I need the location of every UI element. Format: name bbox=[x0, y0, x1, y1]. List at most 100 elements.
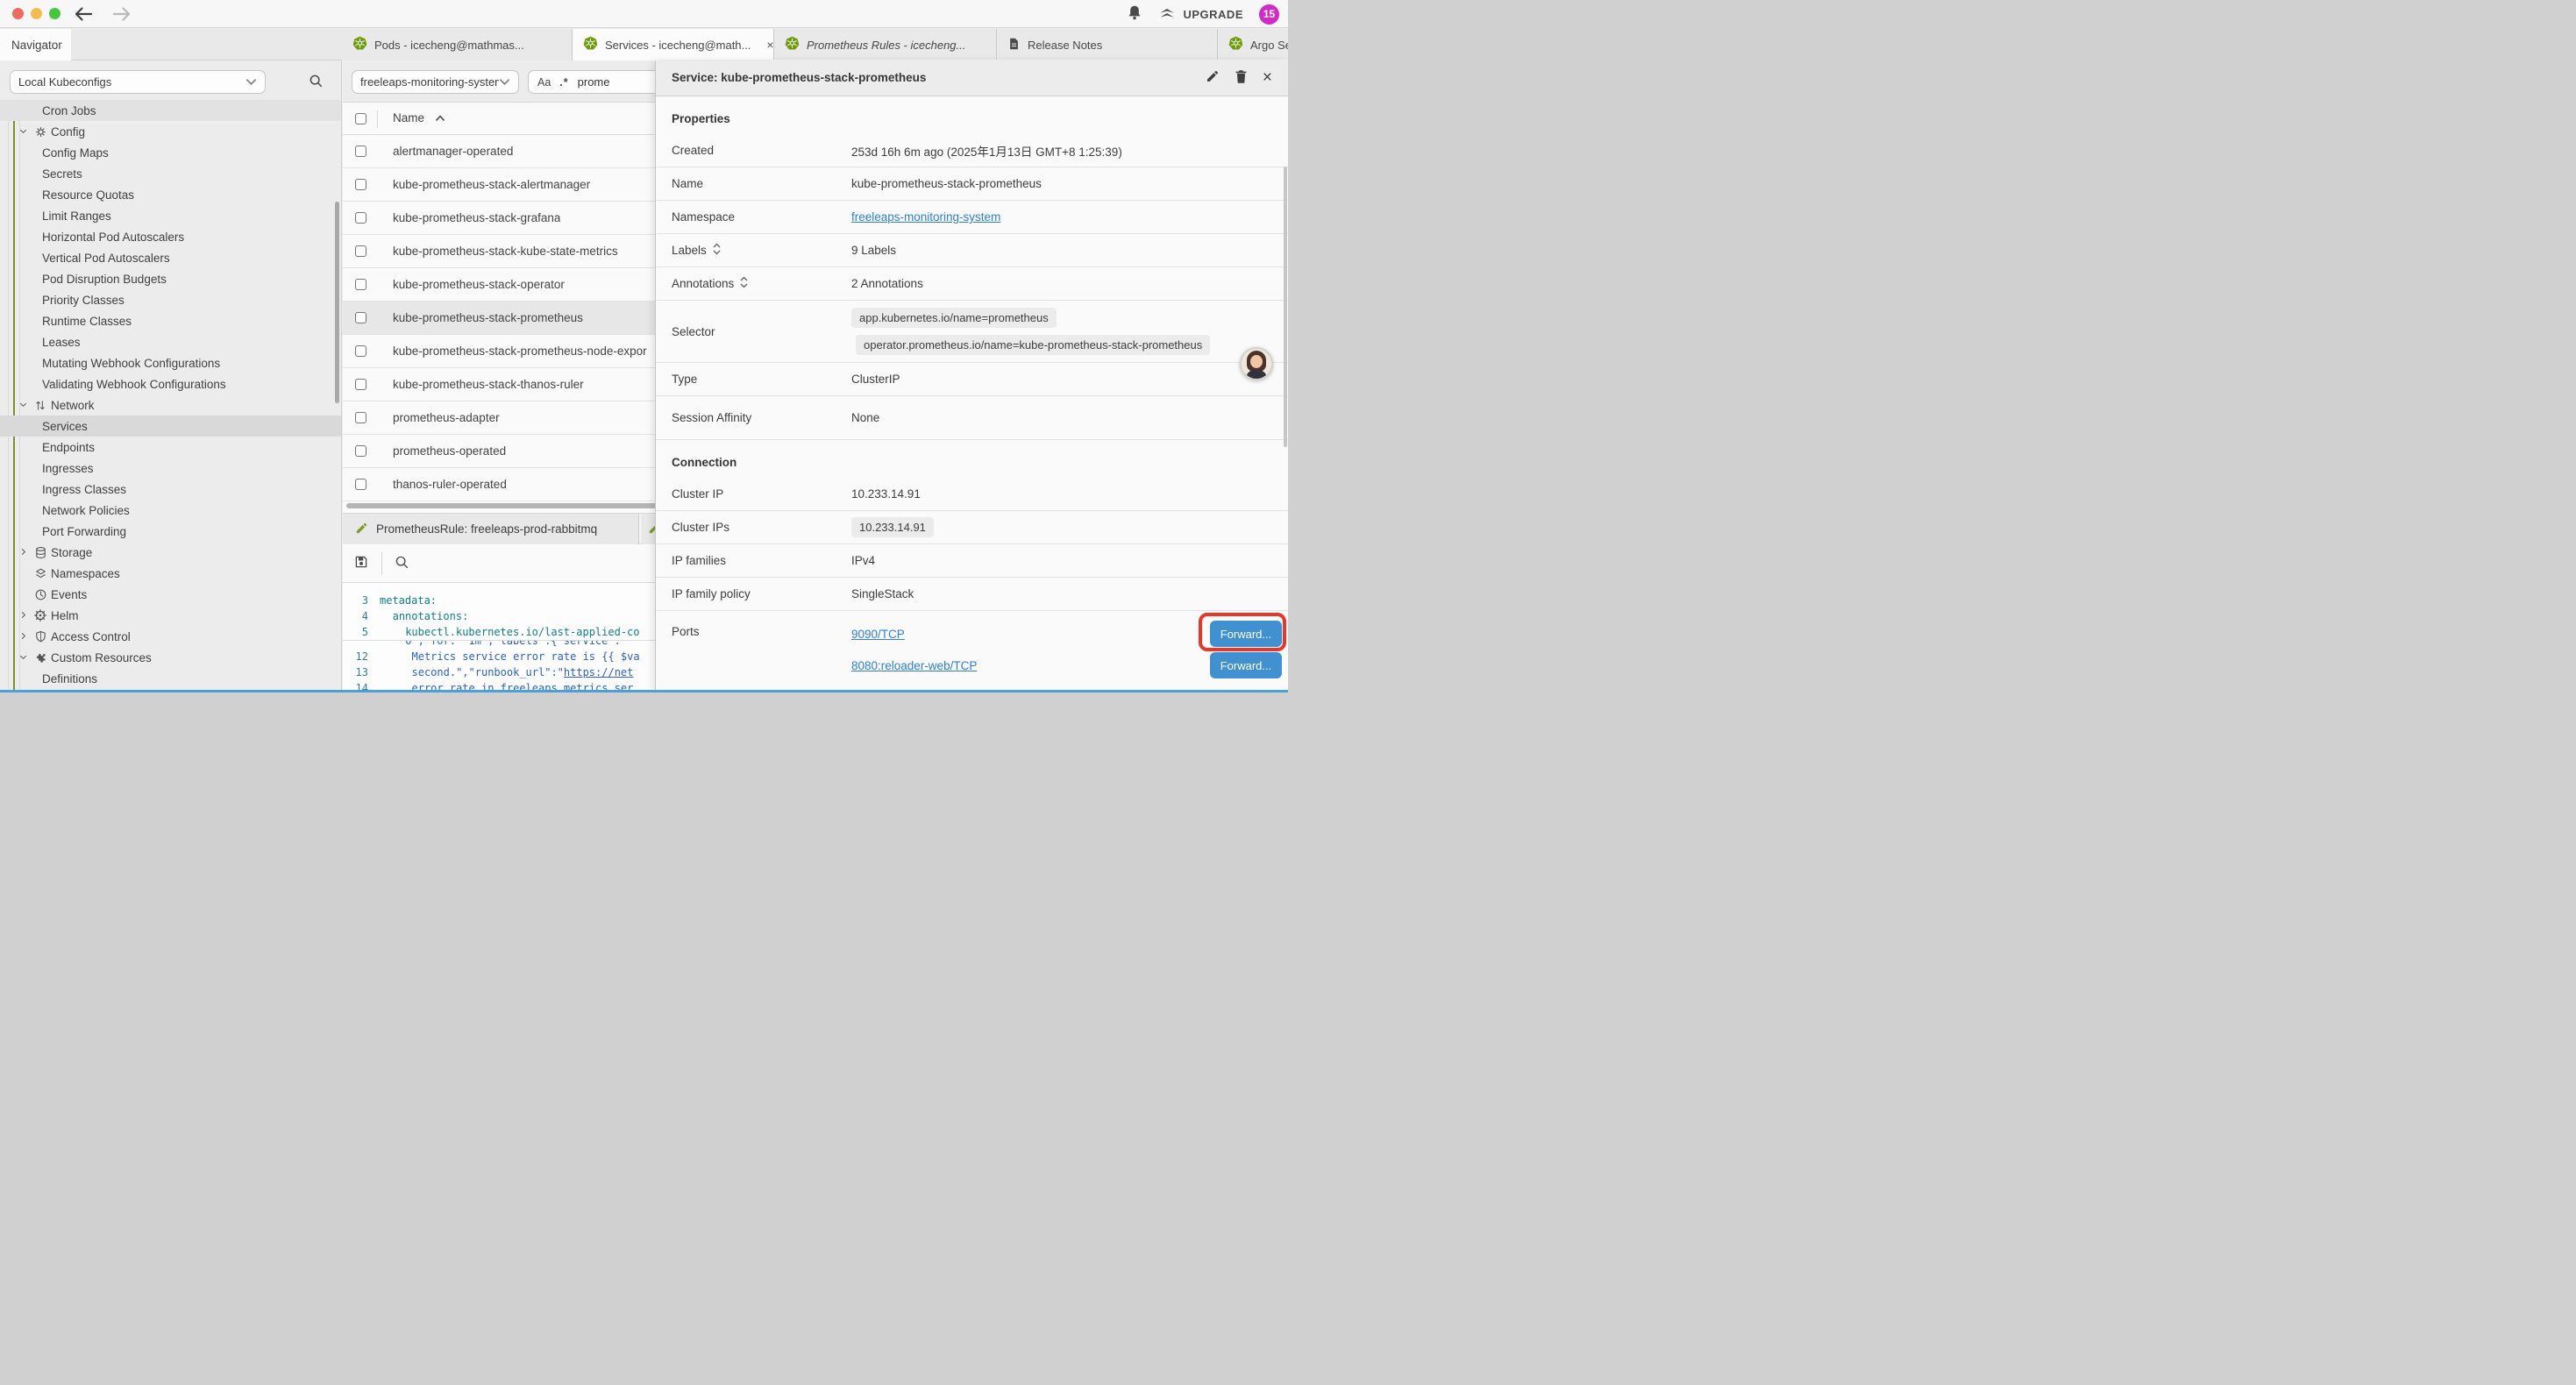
forward-button[interactable]: Forward... bbox=[1210, 652, 1282, 678]
sidebar-item-label: Leases bbox=[42, 336, 81, 349]
navigator-panel-tab[interactable]: Navigator bbox=[0, 29, 71, 60]
tab-services-icecheng-math[interactable]: Services - icecheng@math...× bbox=[573, 29, 774, 60]
row-checkbox[interactable] bbox=[355, 146, 366, 157]
column-divider bbox=[377, 110, 378, 128]
sidebar-item-horizontal-pod-autoscalers[interactable]: Horizontal Pod Autoscalers bbox=[0, 226, 341, 247]
sidebar-item-label: Ingress Classes bbox=[42, 483, 126, 496]
sidebar-item-vertical-pod-autoscalers[interactable]: Vertical Pod Autoscalers bbox=[0, 247, 341, 268]
sidebar-item-endpoints[interactable]: Endpoints bbox=[0, 437, 341, 458]
namespace-link[interactable]: freeleaps-monitoring-system bbox=[851, 210, 1000, 224]
sidebar-item-events[interactable]: Events bbox=[0, 584, 341, 605]
search-icon[interactable] bbox=[309, 74, 324, 91]
detail-scrollbar[interactable] bbox=[1284, 167, 1287, 447]
services-search-input[interactable]: Aa .* prome bbox=[528, 70, 672, 94]
bell-icon[interactable] bbox=[1127, 4, 1142, 25]
tab-pods-icecheng-mathmas[interactable]: Pods - icecheng@mathmas... bbox=[342, 29, 573, 60]
save-icon[interactable] bbox=[353, 554, 369, 572]
sidebar-item-ingresses[interactable]: Ingresses bbox=[0, 458, 341, 479]
close-window-button[interactable] bbox=[12, 8, 24, 19]
kubeconfig-select[interactable]: Local Kubeconfigs bbox=[10, 70, 266, 94]
sidebar-item-config-maps[interactable]: Config Maps bbox=[0, 142, 341, 163]
regex-toggle[interactable]: .* bbox=[559, 76, 568, 89]
port-link[interactable]: 8080:reloader-web/TCP bbox=[851, 659, 977, 672]
sidebar-item-resource-quotas[interactable]: Resource Quotas bbox=[0, 184, 341, 205]
window-controls[interactable] bbox=[12, 8, 60, 19]
sidebar-item-cron-jobs[interactable]: Cron Jobs bbox=[0, 100, 341, 121]
sidebar-item-label: Custom Resources bbox=[51, 651, 152, 664]
sidebar-item-priority-classes[interactable]: Priority Classes bbox=[0, 289, 341, 310]
row-checkbox[interactable] bbox=[355, 445, 366, 457]
tab-release-notes[interactable]: Release Notes bbox=[997, 29, 1218, 60]
zoom-window-button[interactable] bbox=[49, 8, 60, 19]
back-arrow-icon[interactable] bbox=[74, 6, 93, 22]
chevron-down-icon[interactable] bbox=[18, 399, 28, 412]
sidebar-item-leases[interactable]: Leases bbox=[0, 331, 341, 352]
tab-prometheus-rules-icecheng[interactable]: Prometheus Rules - icecheng... bbox=[774, 29, 997, 60]
avatar[interactable] bbox=[1240, 347, 1273, 380]
sidebar-item-port-forwarding[interactable]: Port Forwarding bbox=[0, 521, 341, 542]
row-checkbox[interactable] bbox=[355, 479, 366, 490]
sidebar-item-custom-resources[interactable]: Custom Resources bbox=[0, 647, 341, 668]
tab-argo-se[interactable]: Argo Se bbox=[1218, 29, 1288, 60]
chevron-down-icon[interactable] bbox=[18, 125, 28, 138]
sidebar-item-mutating-webhook-configurations[interactable]: Mutating Webhook Configurations bbox=[0, 352, 341, 373]
row-checkbox[interactable] bbox=[355, 312, 366, 323]
sidebar-item-secrets[interactable]: Secrets bbox=[0, 163, 341, 184]
row-checkbox[interactable] bbox=[355, 412, 366, 423]
row-checkbox[interactable] bbox=[355, 345, 366, 357]
chevron-down-icon[interactable] bbox=[18, 651, 28, 664]
row-checkbox[interactable] bbox=[355, 179, 366, 190]
row-name: thanos-ruler-operated bbox=[393, 478, 507, 491]
edit-pencil-icon[interactable] bbox=[1206, 69, 1220, 86]
sidebar-scrollbar[interactable] bbox=[335, 202, 339, 403]
row-checkbox[interactable] bbox=[355, 379, 366, 390]
sidebar-item-ingress-classes[interactable]: Ingress Classes bbox=[0, 479, 341, 500]
chevron-right-icon[interactable] bbox=[18, 546, 28, 559]
upgrade-button[interactable]: UPGRADE bbox=[1158, 4, 1243, 25]
detail-value: SingleStack bbox=[851, 587, 1288, 600]
match-case-toggle[interactable]: Aa bbox=[537, 76, 551, 89]
sidebar-item-access-control[interactable]: Access Control bbox=[0, 626, 341, 647]
namespace-select[interactable]: freeleaps-monitoring-system bbox=[352, 70, 519, 94]
row-checkbox[interactable] bbox=[355, 212, 366, 224]
editor-search-icon[interactable] bbox=[395, 555, 409, 572]
chevron-down-icon bbox=[499, 78, 510, 86]
detail-value: None bbox=[851, 411, 1288, 424]
sidebar-item-config[interactable]: Config bbox=[0, 121, 341, 142]
sidebar-item-validating-webhook-configurations[interactable]: Validating Webhook Configurations bbox=[0, 373, 341, 394]
sidebar-item-limit-ranges[interactable]: Limit Ranges bbox=[0, 205, 341, 226]
sidebar-item-network-policies[interactable]: Network Policies bbox=[0, 500, 341, 521]
forward-arrow-icon bbox=[112, 6, 132, 22]
sidebar-item-services[interactable]: Services bbox=[0, 416, 341, 437]
chevron-right-icon[interactable] bbox=[18, 609, 28, 622]
detail-row-ip-families: IP familiesIPv4 bbox=[656, 544, 1288, 578]
row-checkbox[interactable] bbox=[355, 279, 366, 290]
row-name: prometheus-operated bbox=[393, 444, 506, 458]
chevron-right-icon[interactable] bbox=[18, 630, 28, 643]
minimize-window-button[interactable] bbox=[31, 8, 42, 19]
sidebar-item-definitions[interactable]: Definitions bbox=[0, 668, 341, 689]
runbook-url-link[interactable]: https://net bbox=[564, 666, 633, 678]
sidebar-item-pod-disruption-budgets[interactable]: Pod Disruption Budgets bbox=[0, 268, 341, 289]
expander-updown-icon[interactable] bbox=[740, 276, 748, 291]
sidebar-item-storage[interactable]: Storage bbox=[0, 542, 341, 563]
editor-tab-prometheusrule[interactable]: PrometheusRule: freeleaps-prod-rabbitmq bbox=[343, 514, 639, 544]
row-checkbox[interactable] bbox=[355, 245, 366, 257]
expander-updown-icon[interactable] bbox=[713, 243, 721, 258]
sidebar-item-network[interactable]: Network bbox=[0, 394, 341, 416]
name-column-header[interactable]: Name bbox=[393, 111, 445, 124]
detail-row-namespace: Namespacefreeleaps-monitoring-system bbox=[656, 201, 1288, 234]
delete-trash-icon[interactable] bbox=[1235, 69, 1248, 87]
sidebar-item-namespaces[interactable]: Namespaces bbox=[0, 563, 341, 584]
sidebar-item-label: Services bbox=[42, 420, 88, 433]
close-tab-icon[interactable]: × bbox=[766, 39, 773, 51]
close-icon[interactable]: × bbox=[1263, 69, 1272, 86]
sidebar-item-runtime-classes[interactable]: Runtime Classes bbox=[0, 310, 341, 331]
code-text: 0", for: "1m", labels :{ service : " bbox=[405, 641, 633, 649]
sidebar-item-helm[interactable]: Helm bbox=[0, 605, 341, 626]
detail-row-name: Namekube-prometheus-stack-prometheus bbox=[656, 167, 1288, 201]
port-link[interactable]: 9090/TCP bbox=[851, 628, 905, 641]
detail-value: 10.233.14.91 bbox=[851, 487, 1288, 501]
notification-badge[interactable]: 15 bbox=[1259, 4, 1279, 25]
select-all-checkbox[interactable] bbox=[355, 113, 366, 124]
